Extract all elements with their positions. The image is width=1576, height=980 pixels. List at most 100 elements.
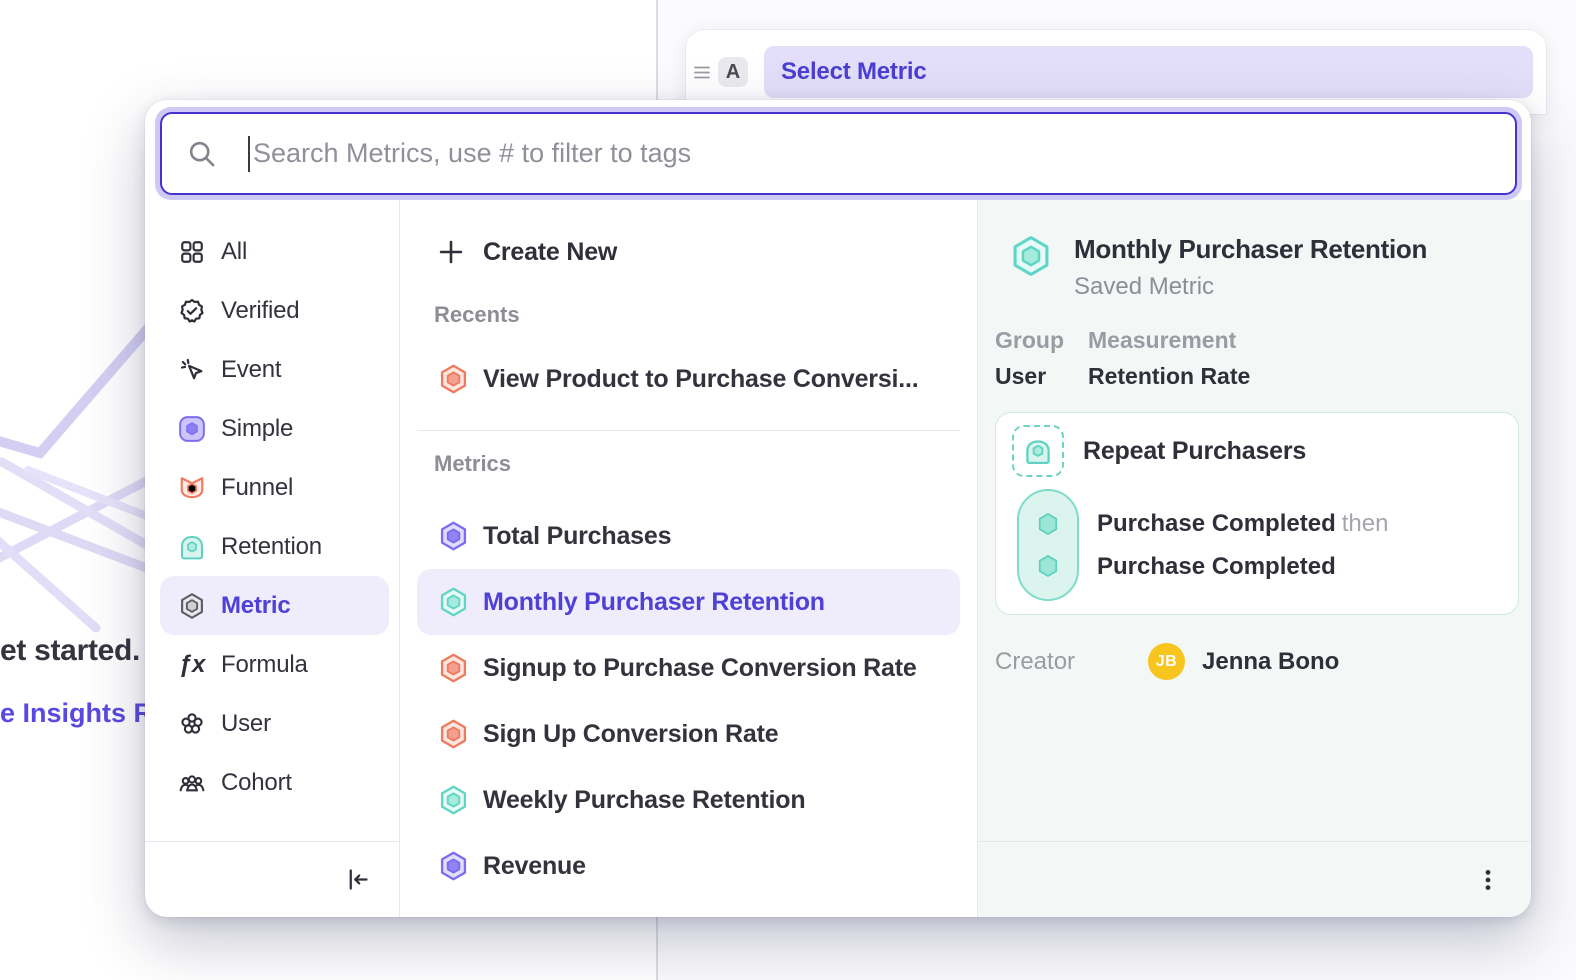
select-metric-button[interactable]: Select Metric	[764, 46, 1533, 98]
sidebar-item-event[interactable]: Event	[160, 340, 389, 399]
metric-picker-modal: All Verified Event	[145, 100, 1531, 917]
modal-body: All Verified Event	[145, 200, 1531, 917]
step-hexagon-icon	[1035, 552, 1061, 580]
search-focus-ring	[155, 107, 1522, 200]
background-insights-report-link[interactable]: e Insights Re	[0, 698, 168, 729]
funnel-metric-hexagon-icon	[437, 650, 470, 686]
simple-metric-icon	[176, 413, 208, 445]
sidebar-item-simple[interactable]: Simple	[160, 399, 389, 458]
metric-item-label: Signup to Purchase Conversion Rate	[483, 654, 917, 683]
details-footer	[978, 841, 1531, 917]
group-label: Group	[995, 327, 1064, 354]
metric-item-total-purchases[interactable]: Total Purchases	[417, 503, 960, 569]
event-cursor-icon	[176, 354, 208, 386]
step-2: Purchase Completed	[1097, 553, 1388, 581]
create-new-button[interactable]: Create New	[417, 220, 960, 284]
select-metric-label: Select Metric	[781, 58, 926, 86]
sidebar-item-label: Simple	[221, 415, 293, 443]
sidebar-item-label: User	[221, 710, 271, 738]
funnel-metric-hexagon-icon	[437, 361, 470, 397]
measurement-value: Retention Rate	[1088, 363, 1250, 390]
background-get-started-text: et started.	[0, 634, 140, 668]
query-row-letter-chip: A	[718, 57, 748, 87]
sidebar-item-verified[interactable]: Verified	[160, 281, 389, 340]
sidebar-item-all[interactable]: All	[160, 222, 389, 281]
metric-definition-card: Repeat Purchasers Purchase Completedthen…	[995, 412, 1519, 615]
metrics-list: Total Purchases Monthly Purchaser Retent…	[417, 503, 960, 899]
metrics-header: Metrics	[434, 449, 960, 479]
user-flower-icon	[176, 708, 208, 740]
metric-item-sign-up-conversion[interactable]: Sign Up Conversion Rate	[417, 701, 960, 767]
creator-name: Jenna Bono	[1202, 648, 1339, 676]
details-title: Monthly Purchaser Retention	[1074, 234, 1427, 265]
grid-icon	[176, 236, 208, 268]
sidebar-item-metric[interactable]: Metric	[160, 576, 389, 635]
screen: et started. e Insights Re A Select Metri…	[0, 0, 1576, 980]
measurement-label: Measurement	[1088, 327, 1250, 354]
sidebar-item-retention[interactable]: Retention	[160, 517, 389, 576]
step-2-event: Purchase Completed	[1097, 553, 1336, 580]
retention-behavior-icon	[1021, 434, 1055, 468]
sidebar-item-user[interactable]: User	[160, 694, 389, 753]
metric-hexagon-icon	[176, 590, 208, 622]
sidebar-item-label: Formula	[221, 651, 308, 679]
create-new-label: Create New	[483, 238, 617, 267]
metric-item-weekly-purchase-retention[interactable]: Weekly Purchase Retention	[417, 767, 960, 833]
metric-item-revenue[interactable]: Revenue	[417, 833, 960, 899]
sidebar-item-label: Retention	[221, 533, 322, 561]
drag-handle-icon[interactable]	[694, 65, 710, 80]
then-connector: then	[1342, 510, 1389, 537]
sidebar-item-label: Metric	[221, 592, 291, 620]
sidebar-item-cohort[interactable]: Cohort	[160, 753, 389, 812]
definition-header: Repeat Purchasers	[1012, 425, 1518, 477]
metric-item-label: Sign Up Conversion Rate	[483, 720, 778, 749]
metric-item-monthly-purchaser-retention[interactable]: Monthly Purchaser Retention	[417, 569, 960, 635]
behavior-icon-box	[1012, 425, 1064, 477]
search-box[interactable]	[160, 112, 1517, 195]
section-divider	[417, 430, 960, 431]
metric-item-signup-to-purchase[interactable]: Signup to Purchase Conversion Rate	[417, 635, 960, 701]
metric-details-panel: Monthly Purchaser Retention Saved Metric…	[978, 200, 1531, 917]
retention-metric-hexagon-icon	[437, 782, 470, 818]
definition-steps: Purchase Completedthen Purchase Complete…	[1017, 489, 1518, 601]
retention-metric-hexagon-icon	[437, 584, 470, 620]
definition-title: Repeat Purchasers	[1083, 437, 1306, 466]
sidebar-item-label: All	[221, 238, 247, 266]
creator-avatar: JB	[1148, 643, 1185, 680]
metric-list-column: Create New Recents View Product to Purch…	[400, 200, 978, 917]
creator-row: Creator JB Jenna Bono	[995, 643, 1531, 680]
group-value: User	[995, 363, 1064, 390]
details-properties: Group User Measurement Retention Rate	[995, 327, 1531, 390]
recents-header: Recents	[434, 300, 960, 330]
sidebar-item-label: Event	[221, 356, 281, 384]
funnel-metric-hexagon-icon	[437, 716, 470, 752]
step-1-event: Purchase Completed	[1097, 510, 1336, 537]
metric-item-label: View Product to Purchase Conversi...	[483, 365, 919, 394]
metric-item-label: Revenue	[483, 852, 586, 881]
search-input[interactable]	[250, 138, 1515, 169]
sidebar-item-funnel[interactable]: Funnel	[160, 458, 389, 517]
step-1: Purchase Completedthen	[1097, 510, 1388, 538]
step-hexagon-icon	[1035, 510, 1061, 538]
cohort-people-icon	[176, 767, 208, 799]
retention-metric-icon	[176, 531, 208, 563]
simple-metric-hexagon-icon	[437, 518, 470, 554]
kebab-menu-icon[interactable]	[1475, 867, 1501, 893]
plus-icon	[437, 238, 465, 266]
sidebar-item-formula[interactable]: ƒx Formula	[160, 635, 389, 694]
sidebar-item-label: Verified	[221, 297, 299, 325]
funnel-metric-icon	[176, 472, 208, 504]
sidebar-item-label: Cohort	[221, 769, 292, 797]
group-property: Group User	[995, 327, 1064, 390]
background-chart-lines-illustration	[0, 320, 160, 680]
details-header: Monthly Purchaser Retention Saved Metric	[995, 230, 1531, 301]
details-subtitle: Saved Metric	[1074, 273, 1427, 301]
collapse-sidebar-icon[interactable]	[344, 866, 371, 893]
recent-metric-item[interactable]: View Product to Purchase Conversi...	[417, 346, 960, 412]
search-icon	[186, 138, 217, 169]
formula-fx-icon: ƒx	[176, 649, 208, 681]
metric-item-label: Monthly Purchaser Retention	[483, 588, 825, 617]
sidebar-footer	[145, 841, 399, 917]
step-texts: Purchase Completedthen Purchase Complete…	[1097, 489, 1388, 601]
filter-sidebar: All Verified Event	[145, 200, 400, 917]
